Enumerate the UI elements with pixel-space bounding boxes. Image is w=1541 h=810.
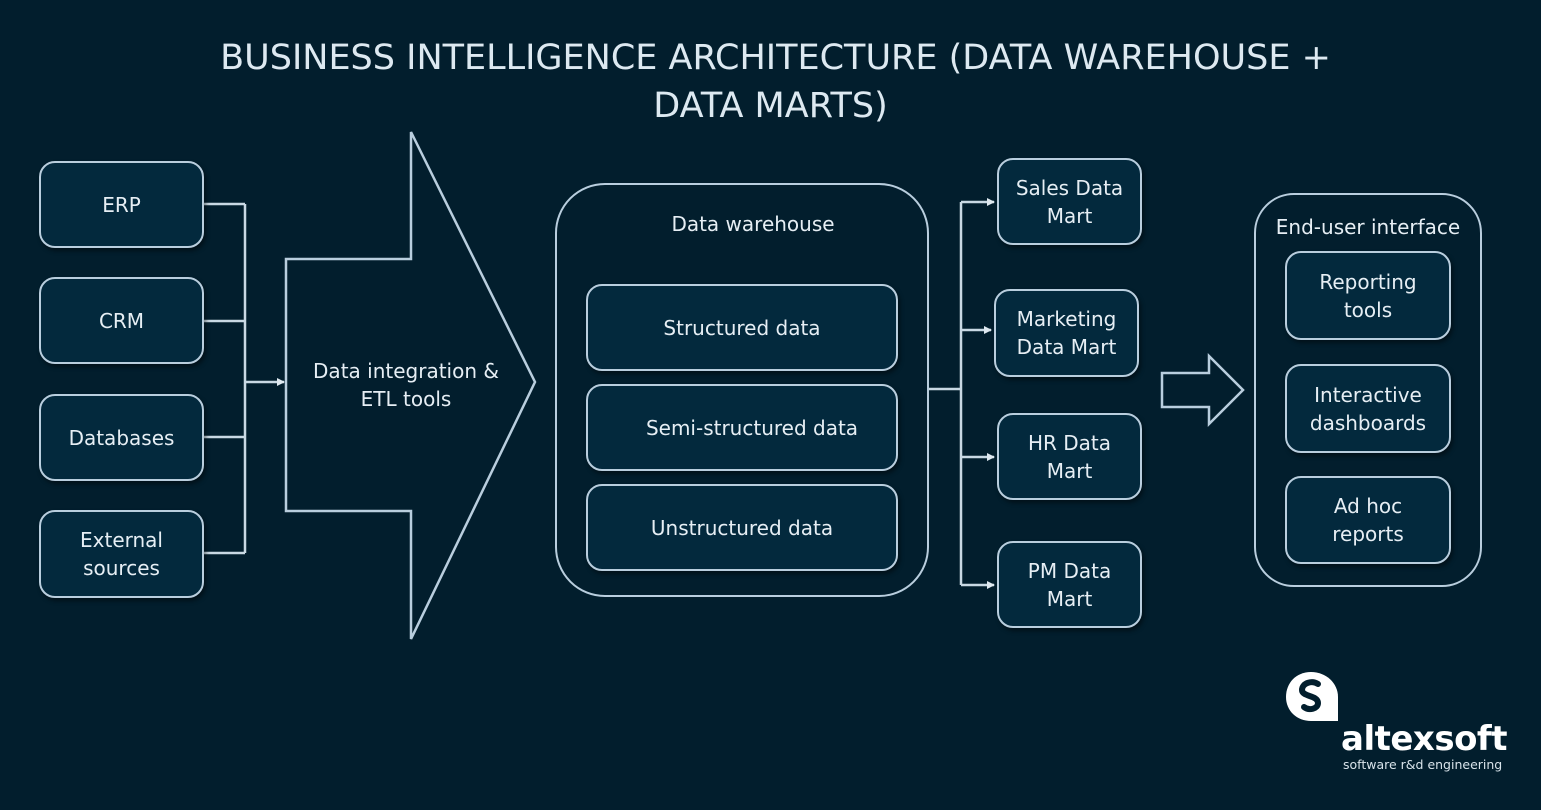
warehouse-structured: Structured data — [586, 284, 898, 371]
end-user-item-label: Interactive dashboards — [1309, 382, 1427, 435]
source-connectors — [203, 202, 285, 555]
source-external: External sources — [39, 510, 204, 598]
data-mart-sales: Sales Data Mart — [997, 158, 1142, 245]
source-erp: ERP — [39, 161, 204, 248]
data-mart-pm: PM Data Mart — [997, 541, 1142, 628]
end-user-reporting-tools: Reporting tools — [1285, 251, 1451, 340]
source-label: External sources — [80, 528, 163, 580]
mart-connectors — [928, 198, 995, 589]
source-label: CRM — [98, 308, 145, 333]
warehouse-item-label: Semi-structured data — [645, 415, 859, 440]
arrow-to-end-user-shape — [1160, 352, 1245, 428]
brand-name: altexsoft — [1341, 719, 1507, 759]
end-user-item-label: Ad hoc reports — [1332, 494, 1404, 546]
data-mart-hr: HR Data Mart — [997, 413, 1142, 500]
data-mart-label: Marketing Data Mart — [1016, 307, 1117, 359]
source-databases: Databases — [39, 394, 204, 481]
warehouse-semi-structured: Semi-structured data — [586, 384, 898, 471]
end-user-interactive-dashboards: Interactive dashboards — [1285, 364, 1451, 453]
warehouse-item-label: Structured data — [663, 315, 821, 340]
end-user-item-label: Reporting tools — [1319, 269, 1417, 322]
data-warehouse-title: Data warehouse — [671, 212, 835, 236]
warehouse-unstructured: Unstructured data — [586, 484, 898, 571]
data-mart-label: Sales Data Mart — [1015, 175, 1124, 228]
data-mart-label: PM Data Mart — [1027, 558, 1112, 611]
source-crm: CRM — [39, 277, 204, 364]
end-user-ad-hoc-reports: Ad hoc reports — [1285, 476, 1451, 564]
source-label: Databases — [68, 425, 175, 450]
data-mart-label: HR Data Mart — [1027, 430, 1112, 483]
brand-tagline: software r&d engineering — [1343, 757, 1503, 772]
source-label: ERP — [102, 192, 141, 217]
warehouse-item-label: Unstructured data — [650, 515, 834, 540]
data-mart-marketing: Marketing Data Mart — [994, 289, 1139, 377]
end-user-title: End-user interface — [1275, 215, 1461, 239]
etl-label: Data integration & ETL tools — [313, 359, 499, 411]
altexsoft-logo-icon — [1286, 672, 1338, 721]
